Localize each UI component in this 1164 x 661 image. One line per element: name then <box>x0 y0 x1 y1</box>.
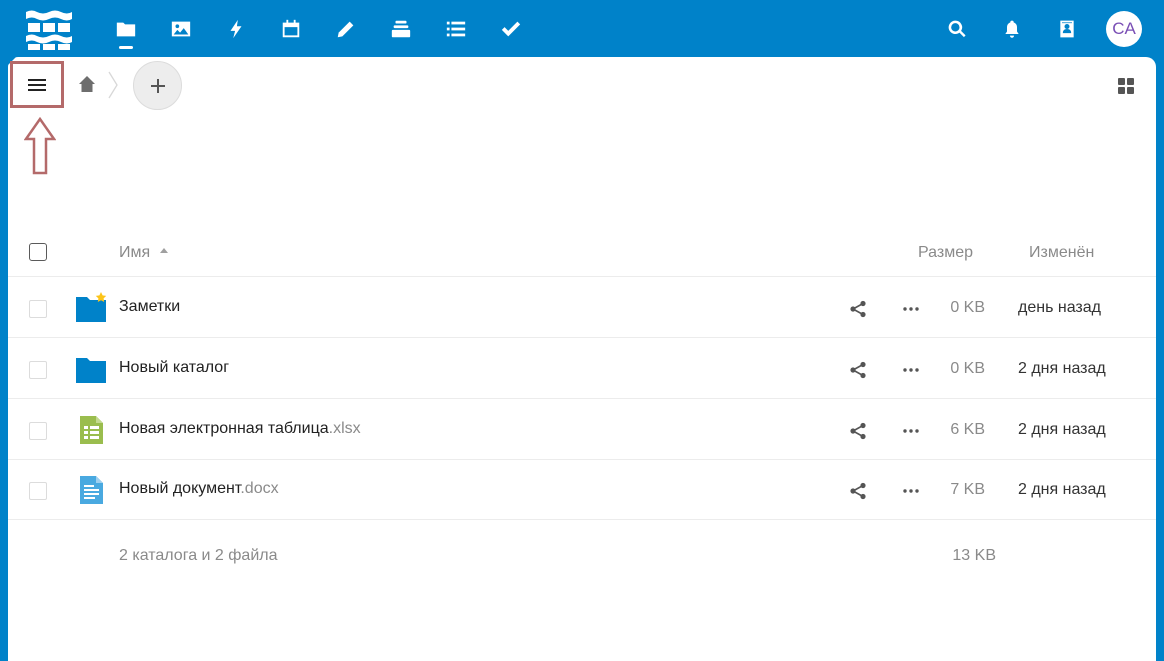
share-icon[interactable] <box>849 482 867 500</box>
file-modified: 2 дня назад <box>1018 481 1106 498</box>
new-button[interactable] <box>133 61 182 110</box>
table-row[interactable]: Новый каталог 0 KB 2 дня назад <box>8 339 1156 399</box>
breadcrumb-separator <box>108 71 118 99</box>
list-icon <box>446 21 465 36</box>
file-list-header: Имя Размер Изменён <box>8 227 1156 277</box>
share-icon[interactable] <box>849 300 867 318</box>
files-content: Имя Размер Изменён Заметки 0 KB день наз… <box>8 57 1156 661</box>
hamburger-icon <box>28 78 46 91</box>
file-size: 0 KB <box>950 360 985 377</box>
file-size: 6 KB <box>950 421 985 438</box>
contacts-icon <box>1059 20 1074 37</box>
file-basename: Заметки <box>119 298 181 315</box>
table-row[interactable]: Новая электронная таблица.xlsx 6 KB 2 дн… <box>8 400 1156 460</box>
search-button[interactable] <box>929 0 984 57</box>
home-icon <box>79 76 95 92</box>
more-options-icon[interactable] <box>902 300 920 318</box>
app-notes[interactable] <box>318 0 373 57</box>
plus-icon <box>150 78 165 93</box>
check-icon <box>501 21 520 36</box>
folder-icon <box>76 358 106 383</box>
file-name[interactable]: Новая электронная таблица.xlsx <box>119 420 361 438</box>
file-size: 7 KB <box>950 481 985 498</box>
share-icon[interactable] <box>849 422 867 440</box>
select-all-checkbox[interactable] <box>29 243 47 261</box>
up-arrow-annotation <box>24 117 56 175</box>
nextcloud-logo[interactable] <box>26 10 72 50</box>
file-list-summary: 2 каталога и 2 файла <box>119 547 278 564</box>
stack-icon <box>391 20 410 37</box>
lightning-icon <box>230 19 241 38</box>
file-modified: 2 дня назад <box>1018 360 1106 377</box>
image-icon <box>171 21 190 36</box>
row-checkbox[interactable] <box>29 482 47 500</box>
file-size: 0 KB <box>950 299 985 316</box>
app-deck[interactable] <box>373 0 428 57</box>
share-icon[interactable] <box>849 361 867 379</box>
app-check[interactable] <box>483 0 538 57</box>
file-name[interactable]: Новый каталог <box>119 359 229 377</box>
file-extension: .xlsx <box>328 420 361 437</box>
row-checkbox[interactable] <box>29 300 47 318</box>
file-name[interactable]: Новый документ.docx <box>119 480 279 498</box>
avatar[interactable]: CA <box>1106 10 1142 47</box>
column-name-label: Имя <box>119 244 151 261</box>
breadcrumb-home[interactable] <box>78 75 96 93</box>
column-size-header[interactable]: Размер <box>918 244 973 262</box>
file-modified: 2 дня назад <box>1018 421 1106 438</box>
file-basename: Новый документ <box>119 480 241 497</box>
file-list-total-size: 13 KB <box>952 547 996 564</box>
navigation-toggle-button[interactable] <box>10 61 64 108</box>
file-name[interactable]: Заметки <box>119 298 180 316</box>
sort-ascending-icon <box>160 248 169 254</box>
file-basename: Новый каталог <box>119 359 230 376</box>
more-options-icon[interactable] <box>902 422 920 440</box>
folder-icon <box>76 292 107 322</box>
app-photos[interactable] <box>153 0 208 57</box>
table-row[interactable]: Заметки 0 KB день назад <box>8 278 1156 338</box>
contacts-button[interactable] <box>1039 0 1094 57</box>
row-checkbox[interactable] <box>29 361 47 379</box>
pencil-icon <box>337 21 353 37</box>
file-modified: день назад <box>1018 299 1101 316</box>
column-modified-header[interactable]: Изменён <box>1029 244 1094 262</box>
calendar-icon <box>282 19 299 37</box>
table-row[interactable]: Новый документ.docx 7 KB 2 дня назад <box>8 460 1156 520</box>
notifications-button[interactable] <box>984 0 1039 57</box>
row-checkbox[interactable] <box>29 422 47 440</box>
more-options-icon[interactable] <box>902 482 920 500</box>
app-activity[interactable] <box>208 0 263 57</box>
file-basename: Новая электронная таблица <box>119 420 329 437</box>
spreadsheet-icon <box>80 416 103 444</box>
app-files[interactable] <box>98 0 153 57</box>
header-right: CA <box>929 0 1164 57</box>
folder-icon <box>116 22 135 36</box>
column-name-header[interactable]: Имя <box>119 244 169 262</box>
search-icon <box>948 20 966 37</box>
document-icon <box>80 476 103 504</box>
app-tasks[interactable] <box>428 0 483 57</box>
app-navigation <box>98 0 538 57</box>
more-options-icon[interactable] <box>902 361 920 379</box>
top-header: CA <box>0 0 1164 57</box>
file-extension: .docx <box>240 480 279 497</box>
bell-icon <box>1004 20 1019 38</box>
app-calendar[interactable] <box>263 0 318 57</box>
grid-view-icon[interactable] <box>1118 78 1134 94</box>
